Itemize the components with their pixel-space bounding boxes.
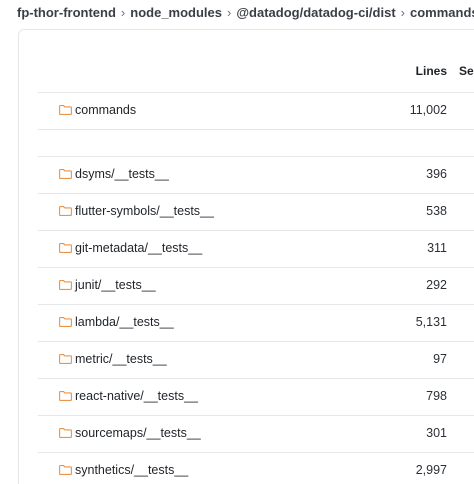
table-row[interactable]: dsyms/__tests__ 396: [38, 157, 474, 194]
folder-icon: [59, 105, 72, 115]
table-row[interactable]: git-metadata/__tests__ 311: [38, 231, 474, 268]
breadcrumb: fp-thor-frontend › node_modules › @datad…: [17, 3, 474, 21]
column-header-lines[interactable]: Lines: [416, 64, 447, 78]
lines-count: 396: [426, 167, 447, 181]
folder-name[interactable]: git-metadata/__tests__: [75, 241, 202, 255]
coverage-page: fp-thor-frontend › node_modules › @datad…: [0, 0, 474, 484]
table-row[interactable]: junit/__tests__ 292: [38, 268, 474, 305]
folder-name[interactable]: commands: [75, 103, 136, 117]
folder-icon: [59, 206, 72, 216]
chevron-right-icon: ›: [227, 4, 232, 20]
table-row[interactable]: metric/__tests__ 97: [38, 342, 474, 379]
table-header: Lines Se: [38, 30, 474, 93]
folder-icon: [59, 391, 72, 401]
folder-icon: [59, 169, 72, 179]
table-row[interactable]: flutter-symbols/__tests__ 538: [38, 194, 474, 231]
folder-name[interactable]: flutter-symbols/__tests__: [75, 204, 214, 218]
lines-count: 292: [426, 278, 447, 292]
column-header-second[interactable]: Se: [459, 64, 474, 78]
folder-name[interactable]: junit/__tests__: [75, 278, 156, 292]
table-row[interactable]: lambda/__tests__ 5,131: [38, 305, 474, 342]
folder-name[interactable]: sourcemaps/__tests__: [75, 426, 201, 440]
folder-icon: [59, 243, 72, 253]
lines-count: 311: [427, 241, 447, 255]
table-body: dsyms/__tests__ 396 flutter-symbols/__test…: [38, 157, 474, 484]
folder-icon: [59, 354, 72, 364]
lines-count: 11,002: [409, 103, 447, 117]
breadcrumb-item-node-modules[interactable]: node_modules: [130, 5, 222, 20]
folder-name[interactable]: metric/__tests__: [75, 352, 167, 366]
folder-name[interactable]: dsyms/__tests__: [75, 167, 169, 181]
table-row[interactable]: react-native/__tests__ 798: [38, 379, 474, 416]
lines-count: 798: [426, 389, 447, 403]
folder-name[interactable]: lambda/__tests__: [75, 315, 174, 329]
folder-icon: [59, 428, 72, 438]
folder-icon: [59, 317, 72, 327]
file-table: Lines Se commands 11,002 dsyms/__tests__…: [38, 30, 474, 484]
file-table-card: Lines Se commands 11,002 dsyms/__tests__…: [18, 29, 474, 484]
lines-count: 301: [426, 426, 447, 440]
breadcrumb-item-repo[interactable]: fp-thor-frontend: [17, 5, 116, 20]
folder-name[interactable]: synthetics/__tests__: [75, 463, 188, 477]
chevron-right-icon: ›: [400, 4, 405, 20]
table-row[interactable]: sourcemaps/__tests__ 301: [38, 416, 474, 453]
folder-icon: [59, 280, 72, 290]
chevron-right-icon: ›: [120, 4, 126, 20]
folder-name[interactable]: react-native/__tests__: [75, 389, 198, 403]
lines-count: 538: [426, 204, 447, 218]
lines-count: 97: [433, 352, 447, 366]
table-row[interactable]: synthetics/__tests__ 2,997: [38, 453, 474, 484]
lines-count: 2,997: [415, 463, 447, 477]
lines-count: 5,131: [415, 315, 447, 329]
table-row-current-folder[interactable]: commands 11,002: [38, 93, 474, 130]
table-divider-row: [38, 130, 474, 157]
breadcrumb-item-dist[interactable]: @datadog/datadog-ci/dist: [236, 5, 395, 20]
folder-icon: [59, 465, 72, 475]
breadcrumb-item-current: commands: [410, 4, 474, 20]
